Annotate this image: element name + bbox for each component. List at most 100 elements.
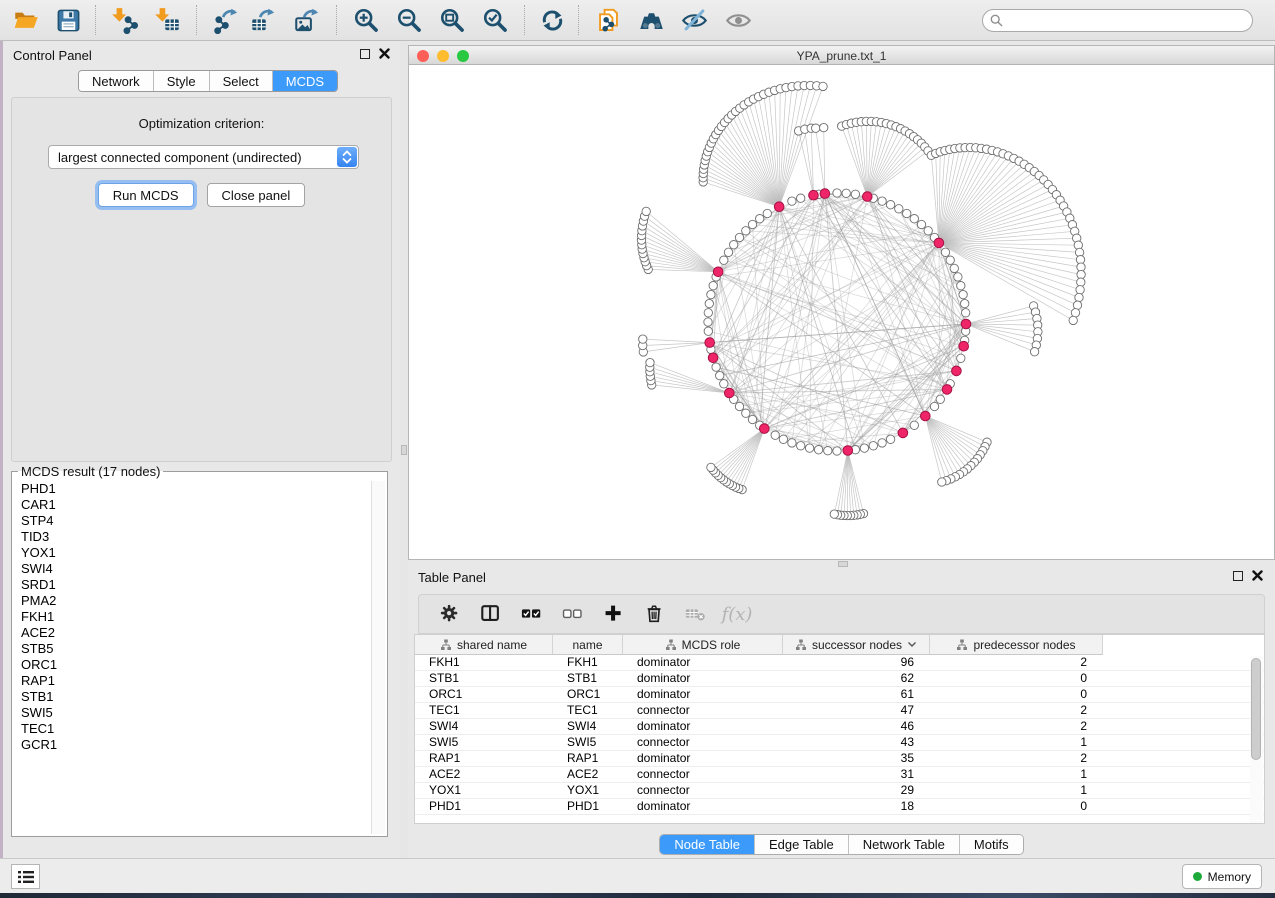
network-node[interactable] [735,233,743,241]
create-column-button[interactable] [601,601,627,627]
network-node[interactable] [720,256,728,264]
network-node[interactable] [748,220,756,228]
column-header-MCDS-role[interactable]: MCDS role [623,635,783,655]
table-scrollbar-thumb[interactable] [1251,658,1261,760]
mcds-result-item[interactable]: TID3 [14,529,371,545]
mcds-hub-node[interactable] [760,424,770,434]
column-selector-button[interactable] [478,601,504,627]
network-node[interactable] [763,209,771,217]
network-node[interactable] [748,415,756,423]
network-graph[interactable] [409,65,1274,559]
network-node[interactable] [961,299,969,307]
network-node[interactable] [1076,286,1084,294]
network-node[interactable] [930,402,938,410]
tab-network[interactable]: Network [79,71,153,91]
first-neighbors-button[interactable] [637,6,666,35]
table-row[interactable]: TEC1TEC1connector472 [415,703,1264,719]
export-table-button[interactable] [249,6,278,35]
network-node[interactable] [954,273,962,281]
network-node[interactable] [842,189,850,197]
network-node[interactable] [707,463,715,471]
network-node[interactable] [788,439,796,447]
network-node[interactable] [771,431,779,439]
mcds-hub-node[interactable] [713,267,723,277]
network-node[interactable] [860,444,868,452]
table-row[interactable]: SWI5SWI5connector431 [415,735,1264,751]
close-panel-button[interactable]: Close panel [207,183,306,207]
network-node[interactable] [812,124,820,132]
network-window-titlebar[interactable]: YPA_prune.txt_1 [409,46,1274,65]
table-row[interactable]: YOX1YOX1connector291 [415,783,1264,799]
mcds-hub-node[interactable] [921,411,931,421]
tab-edge-table[interactable]: Edge Table [754,835,848,854]
mcds-result-item[interactable]: SRD1 [14,577,371,593]
tab-motifs[interactable]: Motifs [959,835,1023,854]
network-node[interactable] [936,395,944,403]
mcds-result-item[interactable]: ACE2 [14,625,371,641]
network-node[interactable] [730,241,738,249]
network-node[interactable] [957,354,965,362]
mcds-result-item[interactable]: CAR1 [14,497,371,513]
network-node[interactable] [878,439,886,447]
mcds-hub-node[interactable] [959,341,969,351]
mcds-hub-node[interactable] [820,189,830,199]
network-node[interactable] [705,299,713,307]
mcds-hub-node[interactable] [961,319,971,329]
mcds-hub-node[interactable] [708,353,718,363]
network-node[interactable] [950,264,958,272]
mcds-hub-node[interactable] [934,238,944,248]
network-node[interactable] [886,201,894,209]
network-node[interactable] [735,402,743,410]
memory-button[interactable]: Memory [1182,864,1262,889]
table-row[interactable]: ORC1ORC1dominator610 [415,687,1264,703]
table-row[interactable]: STB1STB1dominator620 [415,671,1264,687]
network-node[interactable] [716,371,724,379]
criterion-select[interactable]: largest connected component (undirected) [48,145,359,169]
network-node[interactable] [1071,309,1079,317]
mcds-result-item[interactable]: STP4 [14,513,371,529]
close-panel-icon[interactable] [379,48,390,59]
apply-layout-button[interactable] [538,6,567,35]
save-session-button[interactable] [54,6,83,35]
mcds-result-item[interactable]: STB1 [14,689,371,705]
network-node[interactable] [824,447,832,455]
network-node[interactable] [895,205,903,213]
network-node[interactable] [820,123,828,131]
zoom-fit-button[interactable] [438,6,467,35]
network-node[interactable] [1073,301,1081,309]
network-node[interactable] [962,309,970,317]
network-node[interactable] [642,207,650,215]
vertical-splitter[interactable] [400,41,408,858]
vertical-splitter-handle[interactable] [401,445,407,455]
network-node[interactable] [941,248,949,256]
network-node[interactable] [639,335,647,343]
mcds-result-item[interactable]: SWI5 [14,705,371,721]
mcds-result-item[interactable]: TEC1 [14,721,371,737]
network-node[interactable] [938,478,946,486]
mcds-result-item[interactable]: ORC1 [14,657,371,673]
select-all-button[interactable] [519,601,545,627]
network-node[interactable] [833,189,841,197]
network-node[interactable] [742,227,750,235]
mcds-result-item[interactable]: PMA2 [14,593,371,609]
mcds-result-list[interactable]: PHD1CAR1STP4TID3YOX1SWI4SRD1PMA2FKH1ACE2… [14,481,371,834]
network-node[interactable] [910,421,918,429]
mcds-hub-node[interactable] [863,192,873,202]
show-all-button[interactable] [724,6,753,35]
table-row[interactable]: FKH1FKH1dominator962 [415,655,1264,671]
mcds-result-item[interactable]: FKH1 [14,609,371,625]
network-node[interactable] [704,318,712,326]
network-node[interactable] [1075,293,1083,301]
export-image-button[interactable] [293,6,322,35]
table-mode-button[interactable] [437,601,463,627]
open-session-button[interactable] [12,6,41,35]
delete-column-button[interactable] [642,601,668,627]
table-row[interactable]: RAP1RAP1dominator352 [415,751,1264,767]
close-table-panel-icon[interactable] [1252,570,1263,581]
mcds-result-item[interactable]: YOX1 [14,545,371,561]
import-table-button[interactable] [153,6,182,35]
table-row[interactable]: ACE2ACE2connector311 [415,767,1264,783]
network-node[interactable] [756,215,764,223]
network-node[interactable] [646,358,654,366]
mcds-result-item[interactable]: RAP1 [14,673,371,689]
